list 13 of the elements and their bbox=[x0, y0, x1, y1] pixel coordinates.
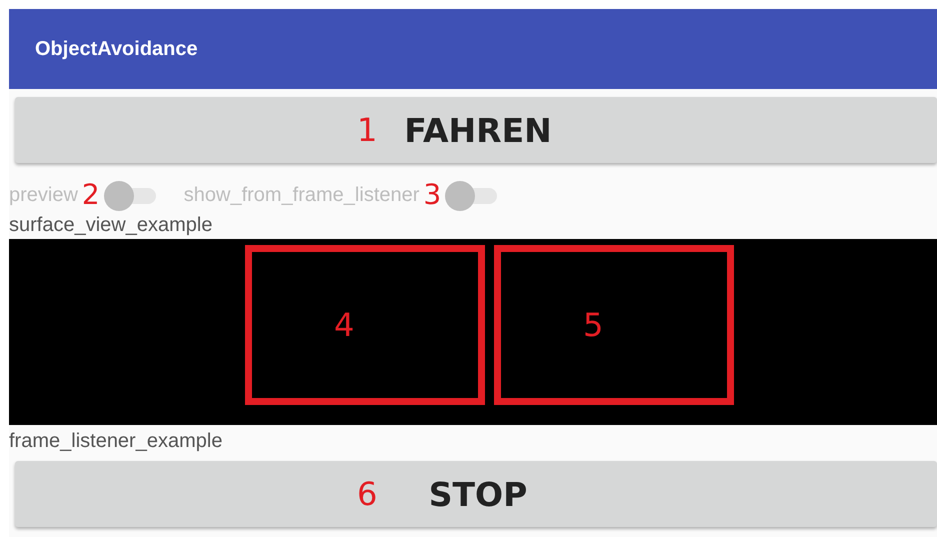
annotation-number: 1 bbox=[357, 111, 378, 149]
app-title: ObjectAvoidance bbox=[35, 38, 198, 60]
switch-label: show_from_frame_listener bbox=[184, 184, 420, 206]
stop-button[interactable]: 6 STOP bbox=[15, 461, 937, 527]
annotation-number: 6 bbox=[357, 475, 378, 513]
annotation-number: 2 bbox=[82, 180, 100, 210]
annotation-number: 5 bbox=[583, 306, 604, 344]
frame-listener-label: frame_listener_example bbox=[9, 429, 222, 453]
surface-view-label: surface_view_example bbox=[9, 213, 212, 237]
annotation-number: 4 bbox=[334, 306, 354, 344]
drive-button[interactable]: 1 FAHREN bbox=[15, 97, 937, 163]
switch-label: preview bbox=[9, 184, 78, 206]
annotation-number: 3 bbox=[423, 180, 442, 210]
